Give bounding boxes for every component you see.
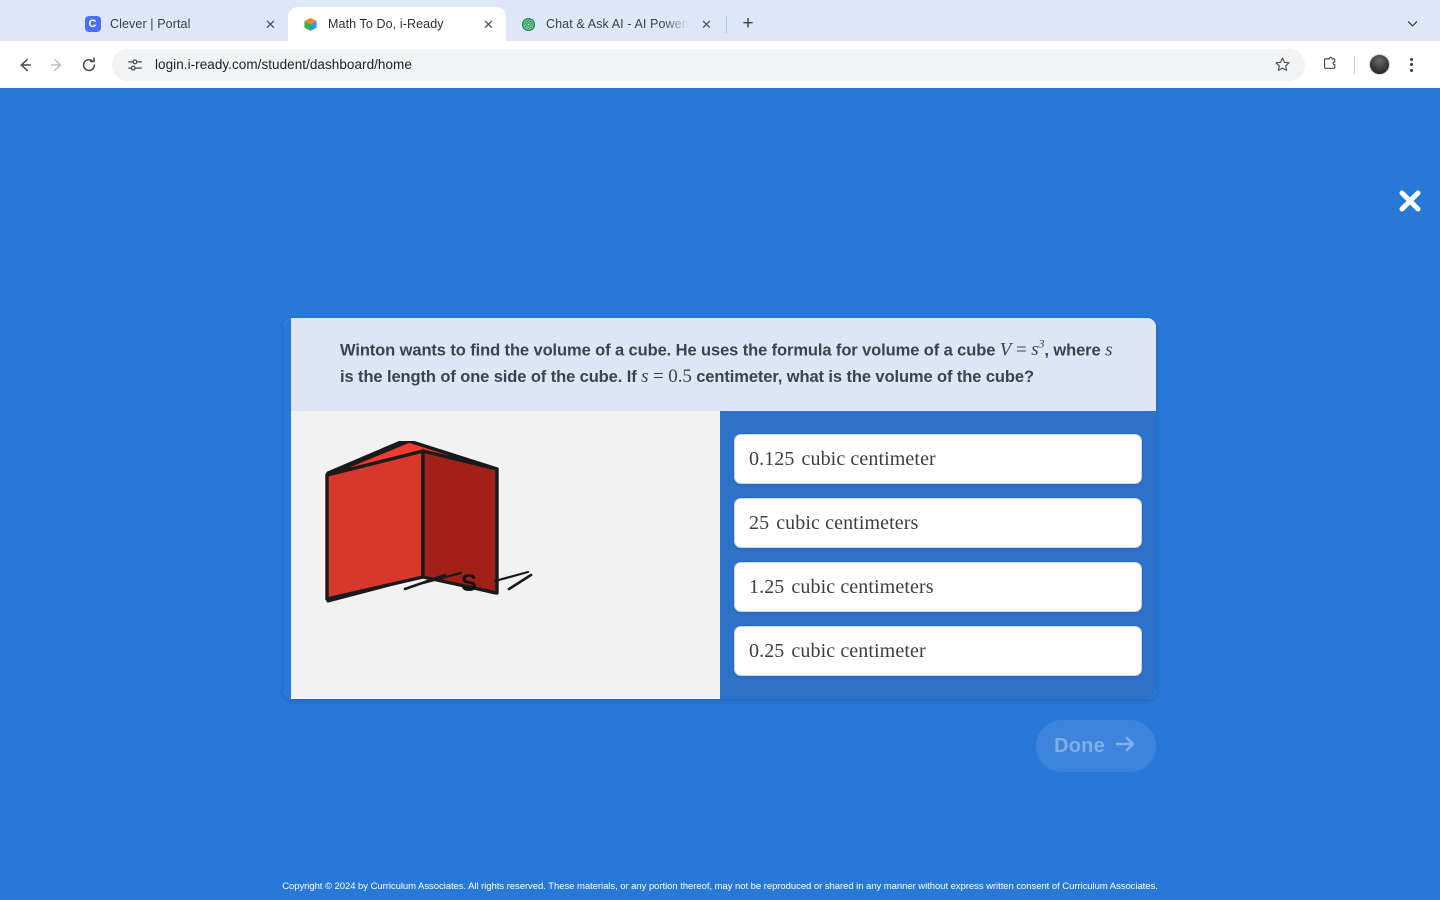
done-button[interactable]: Done — [1036, 720, 1156, 772]
browser-tab-chat-ask-ai[interactable]: Chat & Ask AI - AI Powered C ✕ — [506, 7, 724, 41]
answer-choice-2[interactable]: 25 cubic centimeters — [734, 498, 1142, 549]
puzzle-icon[interactable] — [1315, 50, 1345, 80]
answer-value: 25 — [749, 511, 770, 534]
tab-divider — [726, 16, 727, 33]
formula-equals: = — [1011, 339, 1032, 361]
done-label: Done — [1054, 734, 1105, 757]
answer-value: 0.125 — [749, 447, 795, 470]
chevron-down-icon[interactable] — [1398, 9, 1426, 37]
condition-equals: = — [648, 366, 669, 388]
tune-icon[interactable] — [126, 56, 144, 74]
question-card: Winton wants to find the volume of a cub… — [284, 318, 1156, 700]
iready-question-page: Winton wants to find the volume of a cub… — [0, 88, 1440, 900]
new-tab-button[interactable]: + — [734, 9, 762, 37]
back-arrow-icon[interactable] — [10, 50, 40, 80]
close-tab-icon[interactable]: ✕ — [698, 16, 715, 33]
question-text: Winton wants to find the volume of a cub… — [340, 336, 1130, 391]
browser-tab-clever[interactable]: C Clever | Portal ✕ — [70, 7, 288, 41]
forward-arrow-icon — [42, 50, 72, 80]
answer-choice-1[interactable]: 0.125 cubic centimeter — [734, 434, 1142, 485]
variable-s: s — [1105, 339, 1113, 361]
question-line-1: Winton wants to find the volume of a cub… — [340, 341, 996, 360]
browser-toolbar: login.i-ready.com/student/dashboard/home — [0, 41, 1440, 88]
answer-choice-4[interactable]: 0.25 cubic centimeter — [734, 626, 1142, 677]
toolbar-right — [1315, 50, 1426, 80]
side-length-label: S — [461, 570, 477, 597]
question-stem: Winton wants to find the volume of a cub… — [284, 318, 1156, 412]
browser-chrome: C Clever | Portal ✕ Math To Do, i-Ready … — [0, 0, 1440, 88]
tab-title: Clever | Portal — [110, 17, 191, 31]
avatar — [1368, 54, 1390, 75]
arrow-right-icon — [1114, 734, 1138, 759]
question-line-2b: is the length of one side of the cube. I… — [340, 368, 642, 387]
tab-title: Math To Do, i-Ready — [328, 17, 444, 31]
avatar-icon[interactable] — [1364, 50, 1394, 80]
star-icon[interactable] — [1271, 54, 1293, 76]
address-bar[interactable]: login.i-ready.com/student/dashboard/home — [112, 48, 1305, 81]
tab-strip: C Clever | Portal ✕ Math To Do, i-Ready … — [0, 0, 1440, 41]
chat-ask-ai-icon — [520, 16, 537, 33]
answer-unit: cubic centimeter — [791, 639, 926, 662]
toolbar-separator — [1354, 55, 1355, 74]
answer-value: 1.25 — [749, 575, 785, 598]
answer-unit: cubic centimeters — [776, 511, 919, 534]
answer-value: 0.25 — [749, 639, 785, 662]
iready-cube-icon — [302, 16, 319, 33]
answer-choice-3[interactable]: 1.25 cubic centimeters — [734, 562, 1142, 613]
browser-tab-iready[interactable]: Math To Do, i-Ready ✕ — [288, 7, 506, 41]
question-line-3: volume of the cube? — [875, 368, 1034, 387]
three-dot-menu-icon[interactable] — [1396, 50, 1426, 80]
red-cube-diagram: S — [313, 439, 553, 646]
close-icon[interactable] — [1390, 181, 1430, 221]
question-body: S 0.125 cubic centimeter 25 cubic centim… — [284, 411, 1156, 700]
tab-title: Chat & Ask AI - AI Powered C — [546, 17, 689, 31]
formula-s-cubed: s3 — [1031, 337, 1045, 361]
url-text: login.i-ready.com/student/dashboard/home — [155, 57, 412, 72]
stimulus-panel: S — [291, 411, 720, 700]
condition-value: 0.5 — [668, 366, 692, 388]
clever-icon: C — [84, 16, 101, 33]
formula-v: V — [999, 339, 1012, 361]
copyright-footer: Copyright © 2024 by Curriculum Associate… — [282, 881, 1158, 892]
answer-choices-panel: 0.125 cubic centimeter 25 cubic centimet… — [720, 411, 1156, 700]
answer-unit: cubic centimeters — [791, 575, 934, 598]
close-tab-icon[interactable]: ✕ — [262, 16, 279, 33]
question-line-2c: centimeter, what is the — [691, 368, 871, 387]
answer-unit: cubic centimeter — [801, 447, 936, 470]
question-line-2a: , where — [1044, 341, 1106, 360]
reload-icon[interactable] — [74, 50, 104, 80]
close-tab-icon[interactable]: ✕ — [480, 16, 497, 33]
